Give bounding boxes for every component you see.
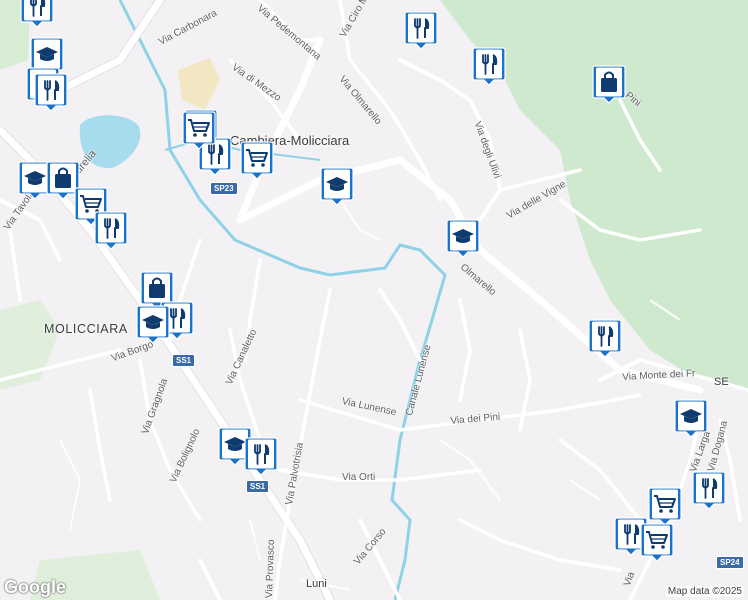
shopping-cart-icon [240,141,274,180]
restaurant-icon [20,0,54,28]
map-attribution[interactable]: Map data ©2025 [665,586,744,597]
map-marker-restaurant[interactable] [588,318,622,358]
school-icon [320,167,354,206]
restaurant-icon [588,319,622,358]
restaurant-icon [692,471,726,510]
shopping-cart-icon [640,523,674,562]
place-label-molicciara: MOLICCIARA [44,322,128,336]
map-marker-shopping-cart[interactable] [182,110,216,150]
school-icon [136,305,170,344]
restaurant-icon [472,47,506,86]
map-marker-shopping-cart[interactable] [648,486,682,526]
place-label-se: SE [714,376,729,388]
map-marker-school[interactable] [136,304,170,344]
google-logo: Google [4,577,66,597]
street-label: Via Provasco [264,539,278,599]
restaurant-icon [404,11,438,50]
map-marker-restaurant[interactable] [472,46,506,86]
map-marker-shopping-cart[interactable] [640,522,674,562]
map-marker-shopping-bag[interactable] [592,64,626,104]
shopping-bag-icon [592,65,626,104]
road-shield-sp24: SP24 [716,556,744,569]
map-marker-restaurant[interactable] [20,0,54,28]
restaurant-icon [34,73,68,112]
map-marker-school[interactable] [320,166,354,206]
map-marker-restaurant[interactable] [94,210,128,250]
map-canvas[interactable]: MOLICCIARA Cambiera-Molicciara Luni SE V… [0,0,748,600]
map-marker-shopping-cart[interactable] [240,140,274,180]
map-marker-restaurant[interactable] [34,72,68,112]
map-marker-school[interactable] [674,398,708,438]
map-base-layer [0,0,748,600]
shopping-cart-icon [648,487,682,526]
road-shield-sp23: SP23 [210,182,238,195]
road-shield-ss1: SS1 [246,480,270,493]
shopping-cart-icon [182,111,216,150]
school-icon [446,219,480,258]
street-label: Via Orti [342,472,376,483]
restaurant-icon [244,437,278,476]
school-icon [674,399,708,438]
map-marker-restaurant[interactable] [244,436,278,476]
map-marker-restaurant[interactable] [692,470,726,510]
place-label-luni: Luni [306,578,327,590]
road-shield-ss1: SS1 [172,354,196,367]
map-marker-restaurant[interactable] [404,10,438,50]
map-marker-school[interactable] [446,218,480,258]
restaurant-icon [94,211,128,250]
